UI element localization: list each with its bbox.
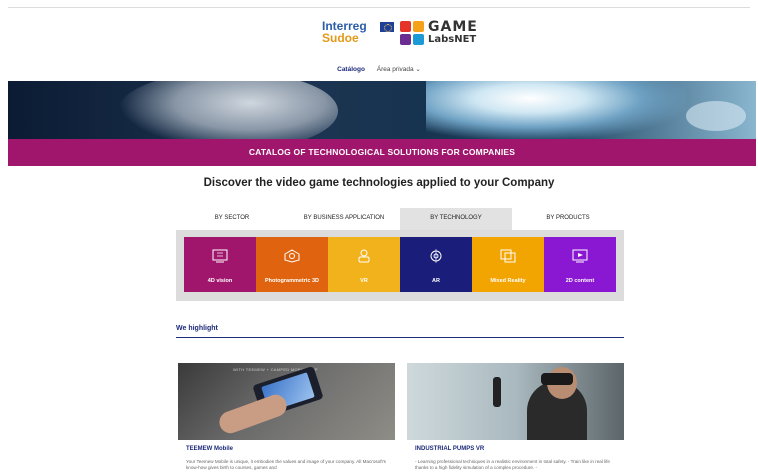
4d-vision-icon [212,249,228,263]
tile-vr[interactable]: VR [328,237,400,292]
logo-labsnet-text: LabsNET [428,34,477,45]
top-nav: Catálogo Área privada ⌄ [0,65,758,73]
card-title[interactable]: TEEMEW Mobile [186,446,233,452]
card-description: Your Teemew Mobile is unique, it embodie… [186,459,386,470]
tile-4d-vision[interactable]: 4D vision [184,237,256,292]
hero-image [8,81,756,139]
tile-label: Photogrammetric 3D [264,278,320,284]
tile-mixed-reality[interactable]: Mixed Reality [472,237,544,292]
nav-catalog-link[interactable]: Catálogo [337,66,365,73]
card-image-vr [407,363,624,440]
tile-photogrammetric-3d[interactable]: Photogrammetric 3D [256,237,328,292]
tile-2d-content[interactable]: 2D content [544,237,616,292]
card-image-teemew: WITH TEEMEW + CAMPED MOBILE APP [178,363,395,440]
page-heading: Discover the video game technologies app… [203,177,555,189]
highlight-divider [176,337,624,338]
top-divider [8,7,750,8]
technology-tiles: 4D vision Photogrammetric 3D VR AR Mixed… [176,230,624,301]
tile-label: Mixed Reality [490,278,526,284]
tile-label: VR [360,278,368,284]
ar-icon [430,249,442,263]
tab-by-business-application[interactable]: BY BUSINESS APPLICATION [288,208,400,230]
card-description: - Learning professional techniques in a … [415,459,610,470]
tab-by-products[interactable]: BY PRODUCTS [512,208,624,230]
highlight-title: We highlight [176,325,218,332]
2d-content-icon [572,249,588,263]
filter-tabs: BY SECTOR BY BUSINESS APPLICATION BY TEC… [176,208,624,230]
highlight-card-teemew[interactable]: WITH TEEMEW + CAMPED MOBILE APP TEEMEW M… [178,363,395,473]
tile-label: 4D vision [207,278,233,284]
photogrammetry-icon [284,249,300,263]
nav-private-area-dropdown[interactable]: Área privada ⌄ [377,66,421,73]
header-logos: Interreg Sudoe GAME LabsNET [0,18,758,48]
gamelabsnet-logo-icon[interactable] [400,21,424,45]
catalog-banner: CATALOG OF TECHNOLOGICAL SOLUTIONS FOR C… [8,139,756,166]
card-title[interactable]: INDUSTRIAL PUMPS VR [415,446,484,452]
eu-flag-icon [380,22,394,32]
tile-label: AR [432,278,440,284]
logo-sudoe-text: Sudoe [322,31,359,45]
interreg-sudoe-logo[interactable]: Interreg Sudoe [322,20,367,44]
vr-headset-icon [358,249,370,263]
logo-game-text: GAME [428,19,478,35]
gamelabsnet-logo-text[interactable]: GAME LabsNET [428,20,478,45]
tile-ar[interactable]: AR [400,237,472,292]
mixed-reality-icon [500,249,516,263]
tile-label: 2D content [565,278,595,284]
tab-by-technology[interactable]: BY TECHNOLOGY [400,208,512,230]
highlight-card-industrial-pumps-vr[interactable]: INDUSTRIAL PUMPS VR - Learning professio… [407,363,624,473]
tab-by-sector[interactable]: BY SECTOR [176,208,288,230]
